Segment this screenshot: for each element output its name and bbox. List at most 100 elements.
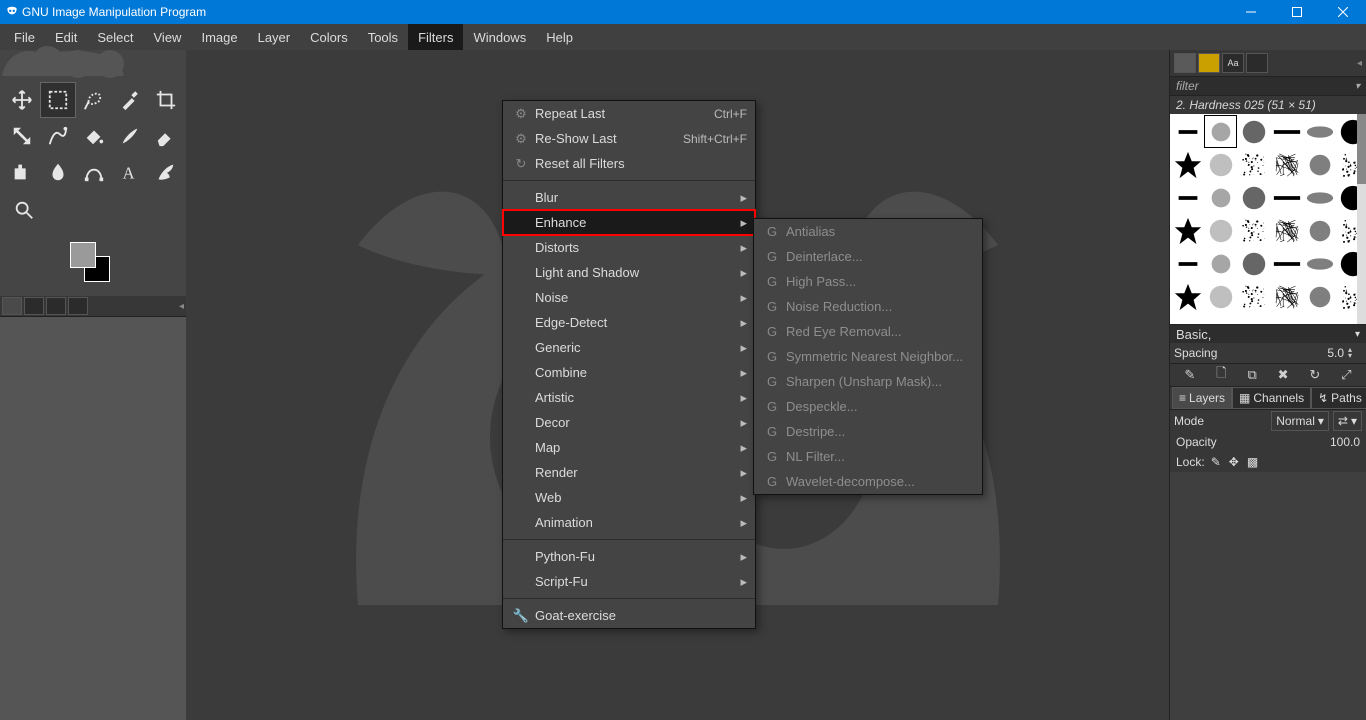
crop-tool[interactable] [148,82,184,118]
menu-filters[interactable]: Filters [408,24,463,50]
refresh-brushes-icon[interactable]: ↻ [1309,367,1320,383]
filters-script-fu[interactable]: Script-Fu▸ [503,569,755,594]
menu-tools[interactable]: Tools [358,24,408,50]
stepper-icon[interactable]: ▴▾ [1348,347,1362,359]
enhance-sharpen-(unsharp-mask)[interactable]: GSharpen (Unsharp Mask)... [754,369,982,394]
filters-web[interactable]: Web▸ [503,485,755,510]
menu-colors[interactable]: Colors [300,24,358,50]
enhance-symmetric-nearest-neighbor[interactable]: GSymmetric Nearest Neighbor... [754,344,982,369]
patterns-tab[interactable] [1198,53,1220,73]
filters-re-show-last[interactable]: ⚙Re-Show LastShift+Ctrl+F [503,126,755,151]
filters-decor[interactable]: Decor▸ [503,410,755,435]
brush-cell[interactable] [1304,215,1335,246]
free-select-tool[interactable] [76,82,112,118]
eraser-tool[interactable] [148,118,184,154]
menu-image[interactable]: Image [191,24,247,50]
filters-goat-exercise[interactable]: 🔧Goat-exercise [503,603,755,628]
brush-cell[interactable] [1205,116,1236,147]
filters-enhance[interactable]: Enhance▸ [503,210,755,235]
menu-windows[interactable]: Windows [463,24,536,50]
delete-brush-icon[interactable]: ✖ [1278,367,1289,383]
brush-cell[interactable] [1271,149,1302,180]
brush-cell[interactable] [1172,248,1203,279]
foreground-color[interactable] [70,242,96,268]
layer-mode-select[interactable]: Normal▾ [1271,411,1329,431]
move-tool[interactable] [4,82,40,118]
brush-cell[interactable] [1238,182,1269,213]
filters-reset-all-filters[interactable]: ↻Reset all Filters [503,151,755,176]
duplicate-brush-icon[interactable]: ⧉ [1247,367,1256,383]
brush-cell[interactable] [1172,281,1203,312]
color-swatch[interactable] [70,242,114,286]
brush-cell[interactable] [1238,149,1269,180]
transform-tool[interactable] [4,118,40,154]
edit-brush-icon[interactable]: ✎ [1184,367,1195,383]
paths-tab[interactable]: ↯Paths [1311,387,1366,409]
close-button[interactable] [1320,0,1366,24]
minimize-button[interactable] [1228,0,1274,24]
brush-cell[interactable] [1172,116,1203,147]
rect-select-tool[interactable] [40,82,76,118]
brushes-tab[interactable] [1174,53,1196,73]
brush-filter-input[interactable]: filter ▾ [1170,76,1366,96]
filters-map[interactable]: Map▸ [503,435,755,460]
filters-artistic[interactable]: Artistic▸ [503,385,755,410]
brush-cell[interactable] [1205,248,1236,279]
brush-cell[interactable] [1304,149,1335,180]
brush-cell[interactable] [1172,149,1203,180]
brush-cell[interactable] [1238,116,1269,147]
enhance-noise-reduction[interactable]: GNoise Reduction... [754,294,982,319]
brush-spacing-slider[interactable]: Spacing 5.0 ▴▾ [1170,343,1366,363]
brush-cell[interactable] [1304,281,1335,312]
filters-blur[interactable]: Blur▸ [503,185,755,210]
lock-alpha-icon[interactable]: ▩ [1247,455,1258,469]
filters-noise[interactable]: Noise▸ [503,285,755,310]
enhance-despeckle[interactable]: GDespeckle... [754,394,982,419]
brush-cell[interactable] [1238,248,1269,279]
brush-cell[interactable] [1172,182,1203,213]
fonts-tab[interactable]: Aa [1222,53,1244,73]
brush-cell[interactable] [1205,149,1236,180]
filters-python-fu[interactable]: Python-Fu▸ [503,544,755,569]
scrollbar-thumb[interactable] [1357,114,1366,184]
brush-cell[interactable] [1271,182,1302,213]
configure-tab-icon[interactable]: ◂ [1357,58,1362,69]
scrollbar[interactable] [1357,114,1366,324]
filters-animation[interactable]: Animation▸ [503,510,755,535]
enhance-antialias[interactable]: GAntialias [754,219,982,244]
brush-cell[interactable] [1304,248,1335,279]
enhance-deinterlace[interactable]: GDeinterlace... [754,244,982,269]
brush-cell[interactable] [1304,116,1335,147]
configure-tab-icon[interactable]: ◂ [179,301,184,312]
layer-switch-select[interactable]: ⇄▾ [1333,411,1362,431]
lock-paint-icon[interactable]: ✎ [1211,455,1221,469]
open-as-image-icon[interactable]: ⤢ [1341,367,1351,383]
filters-combine[interactable]: Combine▸ [503,360,755,385]
filters-light-and-shadow[interactable]: Light and Shadow▸ [503,260,755,285]
document-history-tab[interactable] [1246,53,1268,73]
color-picker-tool[interactable] [112,82,148,118]
lock-position-icon[interactable]: ✥ [1229,455,1239,469]
enhance-high-pass[interactable]: GHigh Pass... [754,269,982,294]
layers-tab[interactable]: ≡Layers [1172,387,1232,409]
filters-render[interactable]: Render▸ [503,460,755,485]
brush-cell[interactable] [1271,248,1302,279]
undo-history-tab[interactable] [46,297,66,315]
new-brush-icon[interactable]: 🗋 [1216,364,1226,386]
menu-layer[interactable]: Layer [248,24,301,50]
brush-cell[interactable] [1205,215,1236,246]
bucket-fill-tool[interactable] [76,118,112,154]
text-tool[interactable]: A [112,154,148,190]
enhance-wavelet-decompose[interactable]: GWavelet-decompose... [754,469,982,494]
brush-cell[interactable] [1238,281,1269,312]
filters-generic[interactable]: Generic▸ [503,335,755,360]
smudge-tool[interactable] [40,154,76,190]
enhance-nl-filter[interactable]: GNL Filter... [754,444,982,469]
paintbrush-tool[interactable] [112,118,148,154]
brush-grid[interactable] [1170,114,1366,324]
maximize-button[interactable] [1274,0,1320,24]
device-status-tab[interactable] [24,297,44,315]
brush-cell[interactable] [1271,281,1302,312]
brush-cell[interactable] [1172,215,1203,246]
dodge-burn-tool[interactable] [148,154,184,190]
